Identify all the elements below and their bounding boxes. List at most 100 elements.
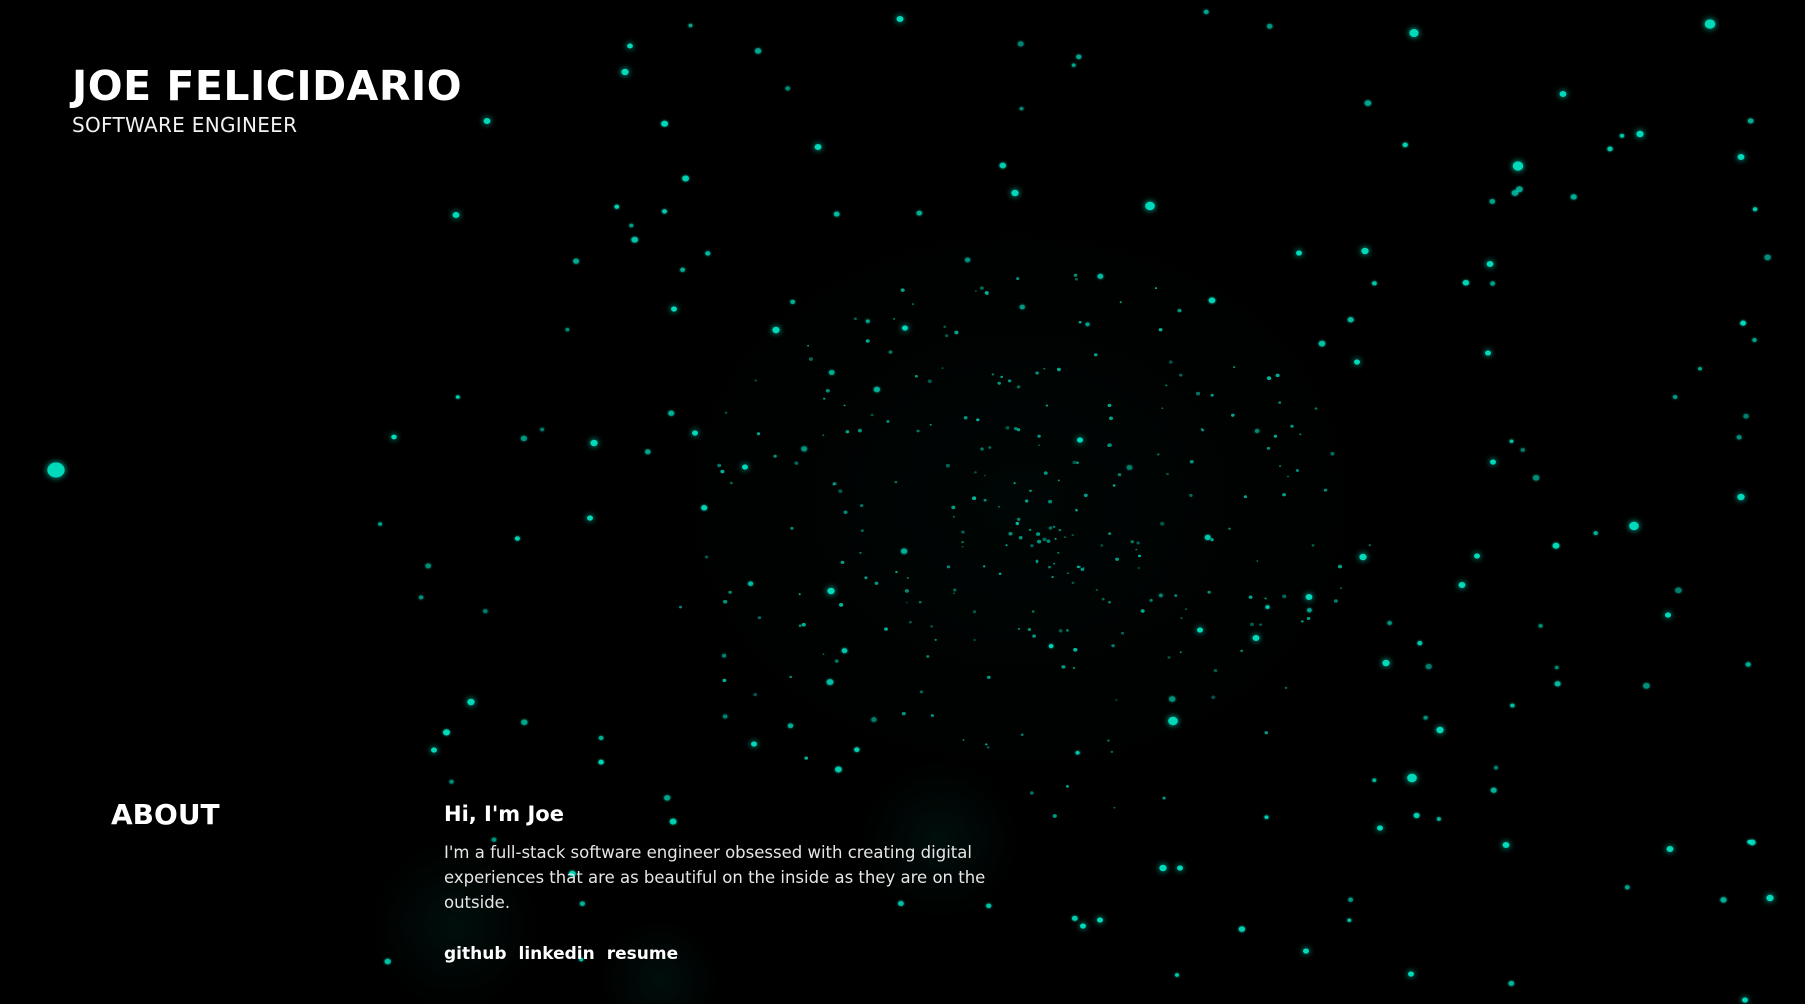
particle [1737,154,1745,160]
particle [1157,453,1160,456]
particle [908,620,912,624]
particle [754,379,757,382]
particle [1174,594,1178,597]
particle [1265,605,1270,609]
particle [631,236,638,243]
particle [720,469,725,474]
particle [1158,328,1163,332]
particle [822,434,825,437]
particle [1510,703,1515,708]
particle [1017,41,1024,47]
particle [1075,751,1080,755]
particle [798,593,801,596]
particle [951,505,956,510]
particle [1511,189,1519,196]
particle [1665,612,1671,618]
particle [598,759,604,765]
particle [1149,598,1153,602]
particle [627,43,633,49]
particle [1154,287,1158,290]
particle [1045,404,1049,407]
particle [1382,659,1390,667]
particle [954,330,959,335]
particle [1330,451,1335,456]
particle [1323,488,1328,492]
particle [661,120,669,127]
particle [467,698,475,706]
particle [1624,885,1630,890]
particle [801,446,808,452]
particle [1494,766,1498,770]
particle [1007,379,1012,383]
linkedin-link[interactable]: linkedin [519,943,595,965]
particle [418,595,424,600]
particle [974,471,977,474]
particle [1113,806,1116,809]
particle [753,692,758,697]
particle [1038,444,1040,447]
particle [679,605,682,609]
particle [1704,19,1716,29]
particle [449,779,454,784]
particle [1083,493,1088,498]
particle [1387,621,1392,625]
particle [963,416,968,420]
particle [1254,429,1260,433]
particle [455,395,460,399]
resume-link[interactable]: resume [607,943,678,965]
particle [1286,475,1290,478]
particle [854,747,860,752]
particle [1175,973,1179,977]
particle [1552,542,1560,549]
particle [1029,791,1034,795]
particle [1020,733,1024,736]
particle [1035,561,1039,564]
particle [1407,773,1417,783]
particle [1073,273,1078,277]
particle [789,675,793,679]
particle [1359,553,1367,561]
particle [1264,815,1269,819]
particle [1052,525,1056,528]
particle [794,461,799,465]
particle [1008,532,1013,536]
particle [941,367,944,369]
particle [1311,544,1315,547]
particle [1097,273,1104,279]
particle [1056,367,1061,372]
particle [1736,435,1742,440]
particle [840,560,845,565]
particle [1210,538,1214,542]
particle [1337,564,1343,569]
particle [1228,527,1231,530]
particle [1037,434,1041,438]
site-header: JOE FELICIDARIO SOFTWARE ENGINEER [72,62,462,138]
particle [1672,395,1678,399]
particle [1057,479,1060,482]
particle [773,454,777,458]
particle [790,299,796,304]
particle [742,464,748,470]
particle [1502,842,1510,848]
particle [1029,489,1032,492]
particle [833,211,840,217]
particle [662,209,667,214]
particle [886,420,890,423]
particle [964,257,971,263]
particle [1347,918,1352,922]
particle [1211,695,1216,700]
particle [1436,817,1441,821]
particle [900,288,905,292]
particle [961,541,964,544]
particle [1078,320,1082,324]
particle [1200,428,1203,431]
particle [1408,971,1414,977]
particle [722,653,727,658]
particle [1071,915,1078,921]
particle [916,429,920,433]
particle [717,463,722,468]
particle [671,306,677,312]
particle [1145,201,1155,211]
particle [999,162,1007,169]
github-link[interactable]: github [444,943,507,965]
